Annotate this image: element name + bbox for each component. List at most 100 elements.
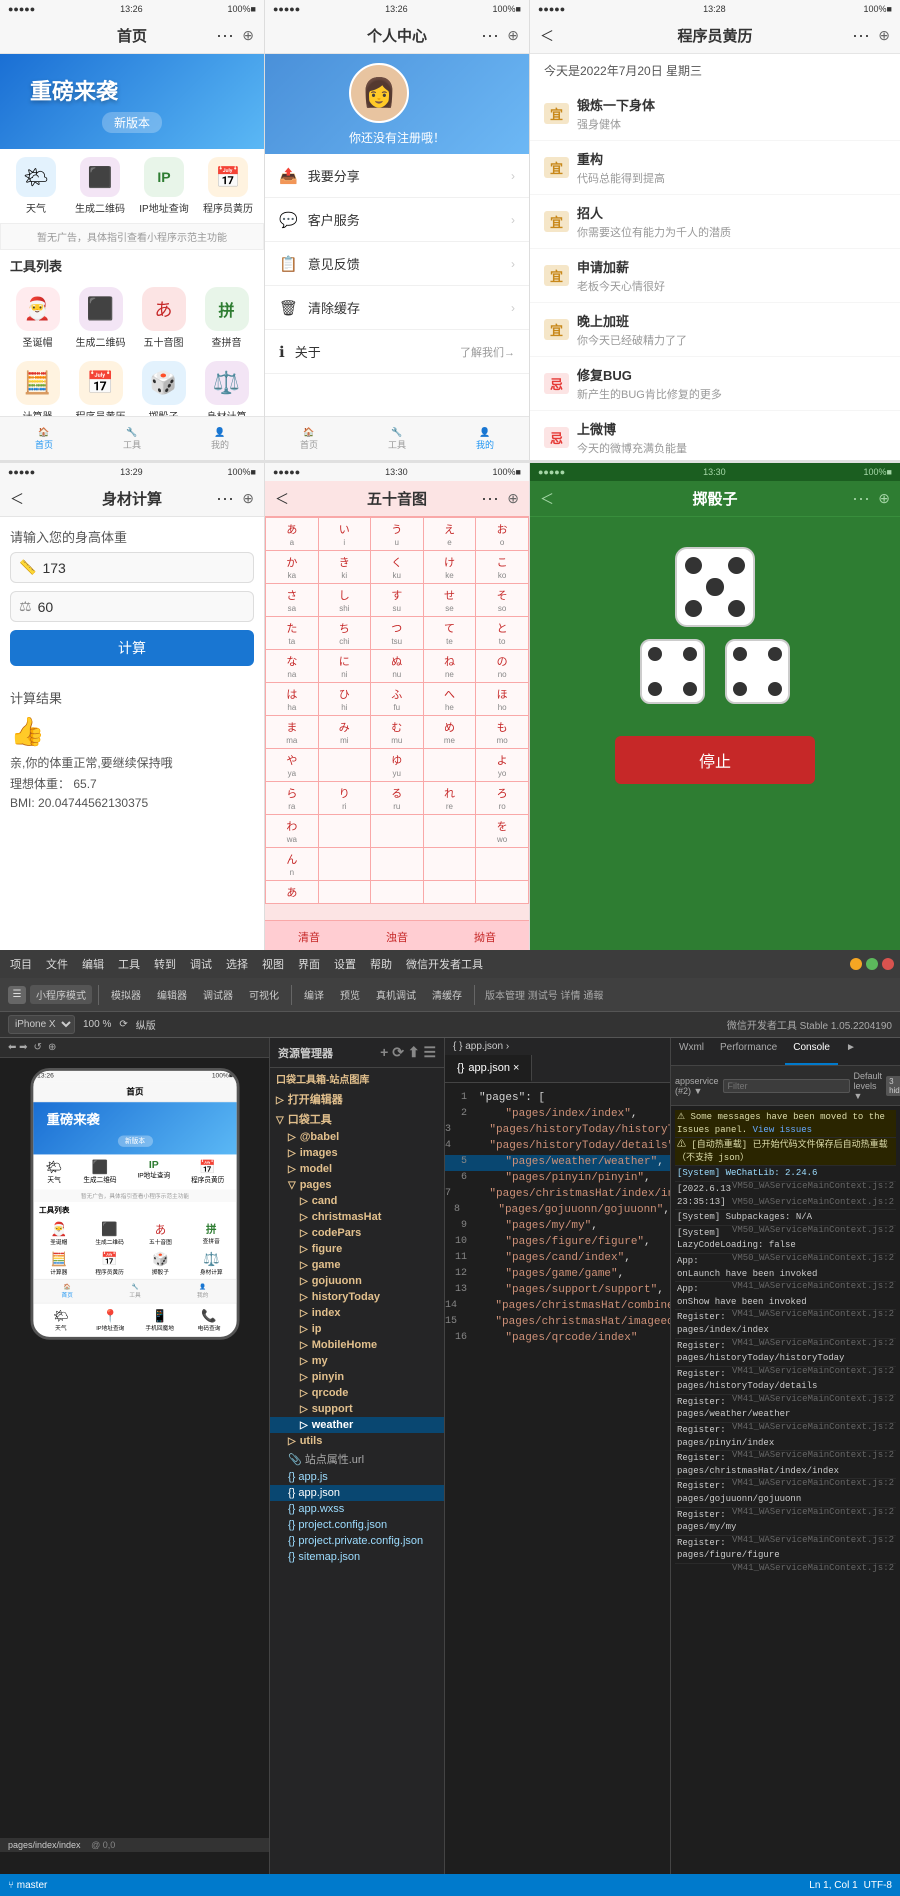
orientation-icon[interactable]: ⟳: [119, 1019, 127, 1030]
tree-projectconfig[interactable]: {} project.config.json: [270, 1517, 444, 1533]
toolbar-visualize[interactable]: 可视化: [243, 985, 285, 1004]
maximize-btn[interactable]: [866, 958, 878, 970]
tree-cand[interactable]: ▷cand: [270, 1193, 444, 1209]
tree-codepars[interactable]: ▷codePars: [270, 1225, 444, 1241]
back-dice[interactable]: ＜: [540, 489, 554, 509]
tab-tools-2[interactable]: 🔧 工具: [388, 427, 406, 451]
more-dots-dice[interactable]: ···: [852, 488, 870, 509]
tree-ip[interactable]: ▷ip: [270, 1321, 444, 1337]
menu-about[interactable]: ℹ 关于 了解我们→: [265, 330, 529, 374]
toolbar-compile[interactable]: 编译: [298, 985, 330, 1004]
tree-qrcode[interactable]: ▷qrcode: [270, 1385, 444, 1401]
icon-weather[interactable]: 🌤 天气: [10, 157, 62, 215]
phone-bar-reload[interactable]: ↺: [34, 1042, 42, 1053]
tree-index[interactable]: ▷index: [270, 1305, 444, 1321]
menu-help[interactable]: 帮助: [366, 955, 396, 973]
menu-view[interactable]: 视图: [258, 955, 288, 973]
menu-edit[interactable]: 编辑: [78, 955, 108, 973]
menu-project[interactable]: 项目: [6, 955, 36, 973]
stop-button[interactable]: 停止: [615, 736, 815, 784]
menu-debug[interactable]: 调试: [186, 955, 216, 973]
file-tree-actions[interactable]: + ⟳ ⬆ ☰: [380, 1044, 436, 1061]
menu-interface[interactable]: 界面: [294, 955, 324, 973]
menu-service[interactable]: 💬 客户服务 ›: [265, 198, 529, 242]
tool-pinyin[interactable]: 拼 查拼音: [195, 281, 258, 355]
level-selector[interactable]: Default levels ▼: [854, 1071, 883, 1101]
tree-babel[interactable]: ▷@babel: [270, 1129, 444, 1145]
tab-more[interactable]: ►: [838, 1038, 864, 1065]
tree-pinyin[interactable]: ▷pinyin: [270, 1369, 444, 1385]
settings-icon-dice[interactable]: ⊕: [878, 490, 890, 507]
tool-christmas[interactable]: 🎅 圣诞帽: [6, 281, 69, 355]
tab-wxml[interactable]: Wxml: [671, 1038, 712, 1065]
menu-cache[interactable]: 🗑 清除缓存 ›: [265, 286, 529, 330]
tree-christmas[interactable]: ▷christmasHat: [270, 1209, 444, 1225]
menu-feedback[interactable]: 📋 意见反馈 ›: [265, 242, 529, 286]
icon-ip[interactable]: IP IP地址查询: [138, 157, 190, 215]
console-filter-input[interactable]: [723, 1079, 850, 1093]
menu-select[interactable]: 选择: [222, 955, 252, 973]
calc-button[interactable]: 计算: [10, 630, 254, 666]
tree-sitemap[interactable]: {} sitemap.json: [270, 1549, 444, 1565]
tree-site-url[interactable]: 📎 站点属性.url: [270, 1449, 444, 1469]
tab-performance[interactable]: Performance: [712, 1038, 785, 1065]
menu-settings[interactable]: 设置: [330, 955, 360, 973]
tree-open-editor[interactable]: ▷打开编辑器: [270, 1089, 444, 1109]
menu-goto[interactable]: 转到: [150, 955, 180, 973]
youon-btn[interactable]: 拗音: [466, 927, 504, 947]
height-input-row[interactable]: 📏 173: [10, 552, 254, 583]
tree-utils[interactable]: ▷utils: [270, 1433, 444, 1449]
tree-historytoday[interactable]: ▷historyToday: [270, 1289, 444, 1305]
weight-input-row[interactable]: ⚖ 60: [10, 591, 254, 622]
more-dots-3[interactable]: ···: [852, 25, 870, 46]
more-dots-hira[interactable]: ···: [481, 488, 499, 509]
tree-my[interactable]: ▷my: [270, 1353, 444, 1369]
tree-images[interactable]: ▷images: [270, 1145, 444, 1161]
tab-console[interactable]: Console: [785, 1038, 838, 1065]
toolbar-clear-cache[interactable]: 清缓存: [426, 985, 468, 1004]
tree-pages[interactable]: ▽pages: [270, 1177, 444, 1193]
tab-appjson[interactable]: {} app.json ×: [445, 1055, 532, 1082]
settings-icon-1[interactable]: ⊕: [242, 27, 254, 44]
view-issues-link[interactable]: View issues: [753, 1125, 812, 1135]
settings-icon-hira[interactable]: ⊕: [507, 490, 519, 507]
dakuon-btn[interactable]: 浊音: [378, 927, 416, 947]
toolbar-debugger[interactable]: 调试器: [197, 985, 239, 1004]
close-btn[interactable]: [882, 958, 894, 970]
back-arrow-3[interactable]: ＜: [540, 26, 554, 46]
tree-model[interactable]: ▷model: [270, 1161, 444, 1177]
settings-icon-3[interactable]: ⊕: [878, 27, 890, 44]
more-dots-2[interactable]: ···: [481, 25, 499, 46]
tab-home-2[interactable]: 🏠 首页: [300, 427, 318, 451]
toolbar-preview[interactable]: 预览: [334, 985, 366, 1004]
tree-support[interactable]: ▷support: [270, 1401, 444, 1417]
tab-mine[interactable]: 👤 我的: [211, 427, 229, 451]
tree-game[interactable]: ▷game: [270, 1257, 444, 1273]
back-bmi[interactable]: ＜: [10, 489, 24, 509]
icon-almanac[interactable]: 📅 程序员黄历: [202, 157, 254, 215]
tool-hiragana[interactable]: あ 五十音图: [132, 281, 195, 355]
menu-wechat-tools[interactable]: 微信开发者工具: [402, 955, 487, 973]
toolbar-editor[interactable]: 编辑器: [151, 985, 193, 1004]
toolbar-real-debug[interactable]: 真机调试: [370, 985, 422, 1004]
settings-icon-2[interactable]: ⊕: [507, 27, 519, 44]
tree-gojuuonn[interactable]: ▷gojuuonn: [270, 1273, 444, 1289]
menu-share[interactable]: 📤 我要分享 ›: [265, 154, 529, 198]
back-hira[interactable]: ＜: [275, 489, 289, 509]
menu-file[interactable]: 文件: [42, 955, 72, 973]
icon-qrcode[interactable]: ⬛ 生成二维码: [74, 157, 126, 215]
more-dots-1[interactable]: ···: [216, 25, 234, 46]
tool-qrcode2[interactable]: ⬛ 生成二维码: [69, 281, 132, 355]
tree-appjs[interactable]: {} app.js: [270, 1469, 444, 1485]
tab-home[interactable]: 🏠 首页: [35, 427, 53, 451]
tree-weather[interactable]: ▷weather: [270, 1417, 444, 1433]
device-selector[interactable]: iPhone X: [8, 1015, 75, 1034]
seion-btn[interactable]: 清音: [290, 927, 328, 947]
more-dots-bmi[interactable]: ···: [216, 488, 234, 509]
minimize-btn[interactable]: [850, 958, 862, 970]
tree-projectprivate[interactable]: {} project.private.config.json: [270, 1533, 444, 1549]
mode-selector[interactable]: 小程序模式: [30, 985, 92, 1004]
tab-mine-2[interactable]: 👤 我的: [476, 427, 494, 451]
tree-appwxss[interactable]: {} app.wxss: [270, 1501, 444, 1517]
menu-tools[interactable]: 工具: [114, 955, 144, 973]
